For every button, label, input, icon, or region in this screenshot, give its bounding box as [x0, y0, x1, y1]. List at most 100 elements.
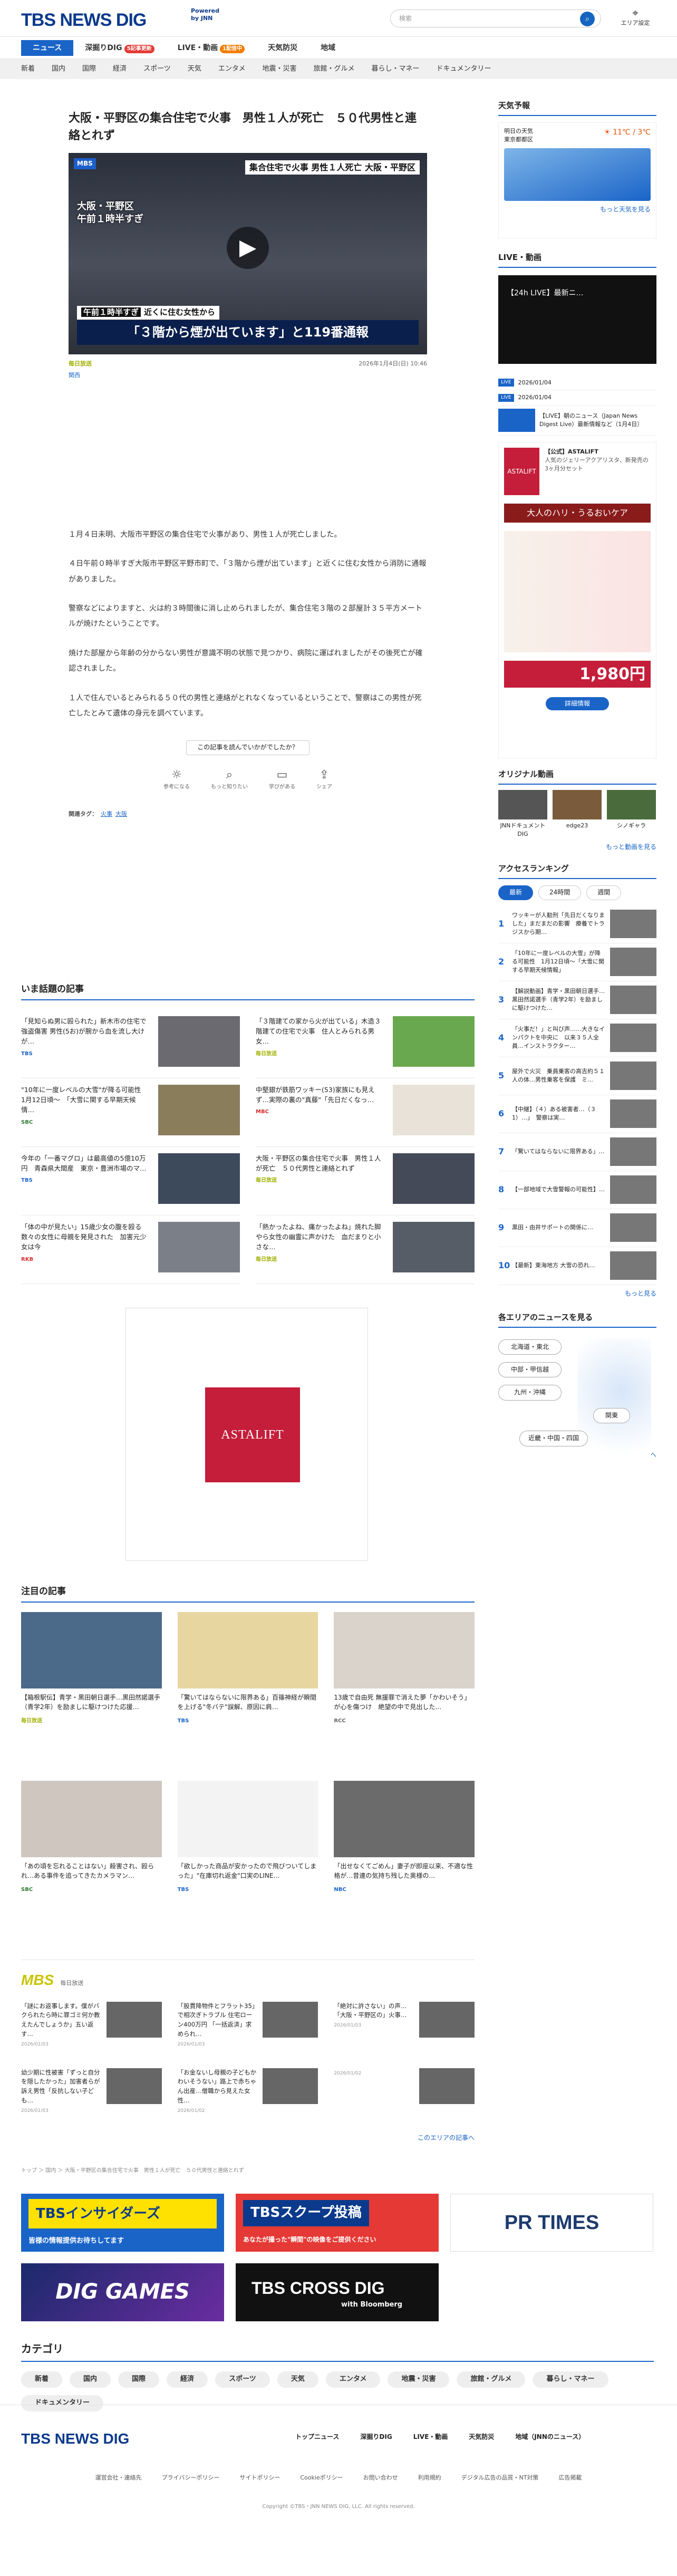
card[interactable]: 13歳で自由死 無援罪で消えた夢「かわいそう」が心を傷つけ 絶望の中で見出した…… [334, 1612, 475, 1781]
category-chip[interactable]: 新着 [21, 2371, 63, 2388]
footer-nav-item[interactable]: トップニュース [295, 2433, 339, 2442]
list-item[interactable]: 大阪・平野区の集合住宅で火事 男性１人が死亡 ５０代男性と連絡とれず 毎日放送 [256, 1147, 475, 1215]
subnav-item[interactable]: 地震・災害 [262, 64, 296, 74]
footer-link[interactable]: デジタル広告の品質・NT対策 [461, 2474, 539, 2482]
area-button[interactable]: 北海道・東北 [498, 1339, 562, 1355]
live-player[interactable]: 【24h LIVE】最新ニ… [498, 275, 656, 364]
search-icon[interactable]: ⌕ [580, 12, 595, 26]
ranking-item[interactable]: 4 「火事だ！」と叫び声……大きなインパクトを中央に 以来３５人全員…インストラク… [498, 1019, 656, 1057]
list-item[interactable]: 中堅銀が鉄筋ワッキー(53)家族にも見えず…実際の裏の"真藤"「先日だくなっ… M… [256, 1078, 475, 1147]
footer-link[interactable]: 運営会社・連絡先 [95, 2474, 142, 2482]
banner-insiders[interactable]: TBSインサイダーズ 皆様の情報提供お待ちしてます [21, 2194, 224, 2252]
category-chip[interactable]: スポーツ [215, 2371, 270, 2388]
list-item[interactable]: 今年の「一番マグロ」は最高値の5億10万円 青森県大間産 東京・豊洲市場のマ… T… [21, 1147, 240, 1215]
category-chip[interactable]: エンタメ [325, 2371, 381, 2388]
area-setting-button[interactable]: ⌖ エリア設定 [617, 6, 654, 27]
subnav-item[interactable]: 国際 [82, 64, 96, 74]
banner-cross-dig[interactable]: TBS CROSS DIG with Bloomberg [236, 2263, 439, 2321]
subnav-item[interactable]: スポーツ [143, 64, 171, 74]
list-item[interactable]: 「熱かったよね、痛かったよね」焼れた脚やら女性の幽霊に声かけた 血だまりと小さな… [256, 1215, 475, 1284]
area-button[interactable]: 中部・甲信越 [498, 1362, 562, 1378]
ranking-item[interactable]: 10 【最新】東海地方 大雪の恐れ… [498, 1247, 656, 1285]
card[interactable]: 「あの頃を忘れることはない」殺害され、殴られ…ある事件を追ってきたカメラマン… S… [21, 1780, 162, 1950]
list-item[interactable]: 「股貫降物件とフラット35」で相次ぎトラブル 住宅ローン400万円 「一括返済」… [178, 2001, 318, 2063]
share-button[interactable]: ⇪ シェア [316, 767, 332, 791]
footer-link[interactable]: Cookieポリシー [300, 2474, 343, 2482]
schedule-row[interactable]: 【LIVE】朝のニュース（Japan News Digest Live）最新情報… [498, 406, 656, 436]
subnav-item[interactable]: 旅館・グルメ [313, 64, 354, 74]
ranking-item[interactable]: 1 ワッキーが人勧刑「先日だくなりました」まだまだの影響 療養でトラジスから期… [498, 905, 656, 943]
list-item[interactable]: 「体の中が見たい」15歳少女の腹を殴る 数々の女性に母親を発見された 加害元少女… [21, 1215, 240, 1284]
source-label[interactable]: 毎日放送 [69, 360, 92, 368]
footer-link[interactable]: 利用規約 [418, 2474, 441, 2482]
ad-cta-button[interactable]: 詳細情報 [546, 697, 609, 711]
ranking-tab[interactable]: 24時間 [538, 885, 582, 900]
footer-nav-item[interactable]: 地域（JNNのニュース） [515, 2433, 585, 2442]
footer-link[interactable]: 広告掲載 [558, 2474, 582, 2482]
tab-live[interactable]: LIVE・動画 1配信中 [166, 40, 257, 56]
weather-more-link[interactable]: もっと天気を見る [499, 205, 651, 214]
ranking-item[interactable]: 3 【解説動画】青学・黒田朝日選手…黒田然諾選手（青学2年）を励ましに駆けつけた… [498, 981, 656, 1019]
banner-prtimes[interactable]: PR TIMES [450, 2194, 653, 2252]
original-item[interactable]: シノギャラ [607, 790, 656, 838]
list-item[interactable]: 「３階建ての家から火が出ている」木造３階建ての住宅で火事 住人とみられる男女… 毎… [256, 1010, 475, 1078]
list-item[interactable]: 「お金ないし母親の子どもかわいそうない」路上で赤ちゃん出産…僧職から見えた女性…… [178, 2068, 318, 2129]
subnav-item[interactable]: 天気 [188, 64, 201, 74]
banner-scoop[interactable]: TBSスクープ投稿 あなたが撮った"瞬間"の映像をご提供ください [236, 2194, 439, 2252]
footer-link[interactable]: プライバシーポリシー [162, 2474, 220, 2482]
list-item[interactable]: 「見知らぬ男に殴られた」新木市の住宅で強盗傷害 男性(5お)が腕から血を流し大け… [21, 1010, 240, 1078]
schedule-row[interactable]: LIVE 2026/01/04 [498, 390, 656, 406]
weather-widget[interactable]: 明日の天気 東京都都区 ☀ 11℃ / 3℃ もっと天気を見る [498, 122, 656, 238]
ranking-item[interactable]: 7 「驚いてはならないに限界ある」… [498, 1133, 656, 1171]
schedule-row[interactable]: LIVE 2026/01/04 [498, 375, 656, 391]
subnav-item[interactable]: 暮らし・マネー [371, 64, 419, 74]
tab-region[interactable]: 地域 [309, 40, 347, 56]
ranking-tab[interactable]: 最新 [498, 885, 534, 900]
ranking-item[interactable]: 9 黒田・由井サポートの関係に… [498, 1209, 656, 1247]
category-chip[interactable]: 経済 [167, 2371, 208, 2388]
ranking-item[interactable]: 6 【中継】（４）ある被害者…（３1）…」 警察は実… [498, 1095, 656, 1133]
footer-nav-item[interactable]: 天気防災 [469, 2433, 494, 2442]
list-item[interactable]: "10年に一度レベルの大雪"が降る可能性 1月12日頃〜 「大雪に関する早期天候… [21, 1078, 240, 1147]
card[interactable]: 【箱根駅伝】青学・黒田朝日選手…黒田然諾選手（青学2年）を励ましに駆けつけた応援… [21, 1612, 162, 1781]
related-tag[interactable]: 大阪 [115, 811, 127, 817]
reaction-learn[interactable]: ▭ 学びがある [269, 767, 295, 791]
subnav-item[interactable]: 国内 [52, 64, 65, 74]
footer-link[interactable]: お問い合わせ [363, 2474, 398, 2482]
subnav-item[interactable]: エンタメ [218, 64, 246, 74]
area-button[interactable]: 九州・沖縄 [498, 1385, 562, 1401]
footer-nav-item[interactable]: 深掘りDIG [360, 2433, 392, 2442]
area-more-link[interactable]: このエリアの記事へ [21, 2134, 475, 2143]
ranking-more-link[interactable]: もっと見る [498, 1289, 656, 1298]
category-chip[interactable]: 国際 [118, 2371, 160, 2388]
article-video[interactable]: MBS 集合住宅で火事 男性１人死亡 大阪・平野区 大阪・平野区 午前１時半すぎ… [69, 153, 427, 354]
card[interactable]: 「出せなくてごめん」妻子が即座以来、不適な性格が…昔連の気持ち残した奥様の… NB… [334, 1780, 475, 1950]
ranking-item[interactable]: 8 【一部地域で大雪警報の可能性】… [498, 1171, 656, 1209]
region-tag[interactable]: 関西 [69, 371, 427, 380]
card[interactable]: 「欲しかった商品が安かったので飛びついてしまった」"在庫切れ返金"口実のLINE… [177, 1780, 318, 1950]
list-item[interactable]: 2026/01/02 [334, 2068, 475, 2129]
footer-logo[interactable]: TBS NEWS DIG [21, 2428, 129, 2450]
original-item[interactable]: JNNドキュメントDIG [498, 790, 547, 838]
original-item[interactable]: edge23 [553, 790, 602, 838]
tab-weather[interactable]: 天気防災 [256, 40, 309, 56]
card[interactable]: 「驚いてはならないに限界ある」百篠神経が瞬間を上げる"冬バテ"誤解、原因に肩… T… [177, 1612, 318, 1781]
side-advertisement[interactable]: ASTALIFT 【公式】ASTALIFT 人気のジェリーアクアリスタ、新発売の3ヶ… [498, 442, 656, 759]
category-chip[interactable]: 国内 [70, 2371, 111, 2388]
area-button[interactable]: 関東 [593, 1407, 630, 1424]
subnav-item[interactable]: 新着 [21, 64, 35, 74]
category-chip[interactable]: 旅館・グルメ [457, 2371, 526, 2388]
footer-nav-item[interactable]: LIVE・動画 [413, 2433, 448, 2442]
search-input[interactable]: 検索 [390, 9, 601, 27]
tab-news[interactable]: ニュース [21, 40, 74, 56]
advertisement[interactable]: ASTALIFT [125, 1308, 368, 1561]
play-icon[interactable]: ▶ [227, 227, 269, 269]
ranking-tab[interactable]: 週間 [586, 885, 622, 900]
footer-link[interactable]: サイトポリシー [239, 2474, 280, 2482]
reaction-helpful[interactable]: ☼ 参考になる [163, 767, 190, 791]
list-item[interactable]: 「謎にお返事します。僕がバクられたら時に罪ゴミ何か教えたんでしょうか」五い返す…… [21, 2001, 162, 2063]
reaction-more[interactable]: ⌕ もっと知りたい [211, 767, 248, 791]
list-item[interactable]: 「絶対に許さない」の声…「大阪・平野区の」火事… 2026/01/03 [334, 2001, 475, 2063]
category-chip[interactable]: 天気 [277, 2371, 318, 2388]
list-item[interactable]: 幼少期に性被害「ずっと自分を隠したかった」加害者らが訴え男性「反抗しない子ども…… [21, 2068, 162, 2129]
